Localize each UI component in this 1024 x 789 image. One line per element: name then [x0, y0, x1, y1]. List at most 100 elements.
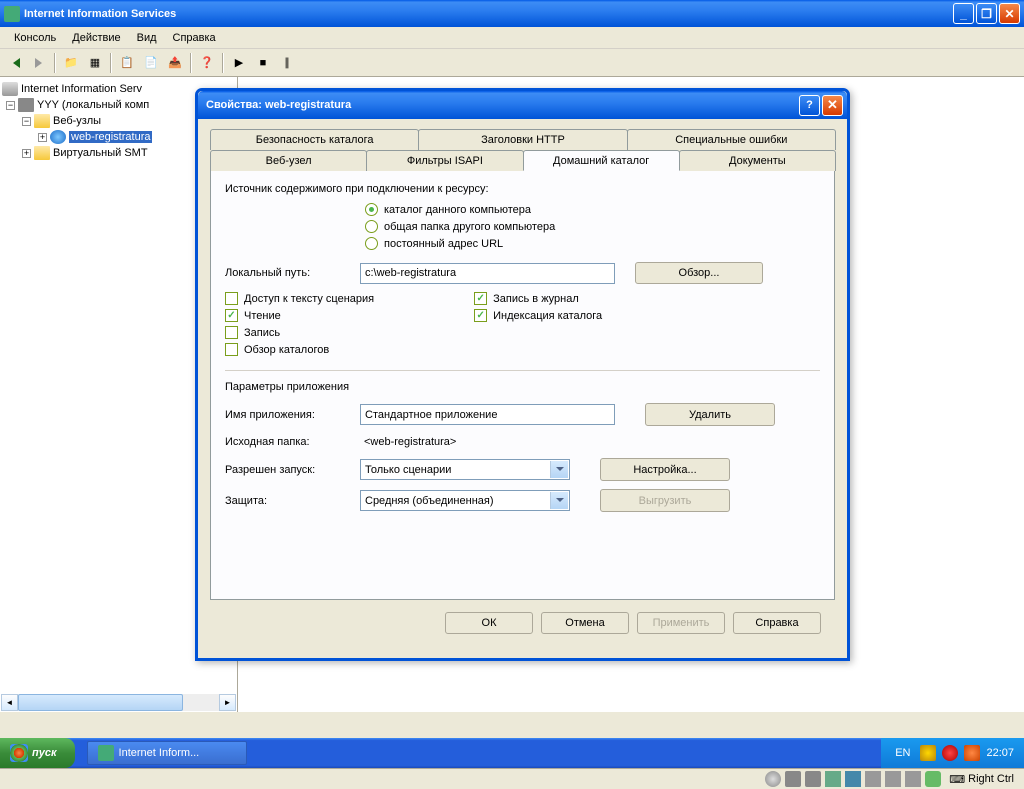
app-icon	[4, 6, 20, 22]
network-icon[interactable]	[825, 771, 841, 787]
maximize-button[interactable]: ❐	[976, 3, 997, 24]
dialog-titlebar[interactable]: Свойства: web-registratura ? ✕	[198, 91, 847, 119]
checkbox-icon[interactable]: ✓	[474, 309, 487, 322]
ok-button[interactable]: ОК	[445, 612, 533, 634]
taskbar-item-iis[interactable]: Internet Inform...	[87, 741, 247, 765]
check-log[interactable]: ✓Запись в журнал	[474, 292, 602, 305]
remove-button[interactable]: Удалить	[645, 403, 775, 426]
tab-home-directory[interactable]: Домашний каталог	[523, 150, 680, 171]
separator	[190, 53, 192, 73]
start-button[interactable]: пуск	[0, 738, 75, 768]
separator	[54, 53, 56, 73]
toolbar: 📁 ▦ 📋 📄 📤 ❓ ▶ ■ ∥	[0, 49, 1024, 77]
checkbox-icon[interactable]: ✓	[474, 292, 487, 305]
menu-console[interactable]: Консоль	[6, 29, 64, 47]
help-button[interactable]: Справка	[733, 612, 821, 634]
configure-button[interactable]: Настройка...	[600, 458, 730, 481]
chevron-down-icon	[556, 498, 564, 506]
radio-icon[interactable]	[365, 203, 378, 216]
up-button[interactable]: 📁	[60, 52, 82, 74]
main-window-titlebar: Internet Information Services _ ❐ ✕	[0, 0, 1024, 27]
local-path-label: Локальный путь:	[225, 267, 360, 279]
check-write[interactable]: Запись	[225, 326, 374, 339]
scroll-right-button[interactable]: ►	[219, 694, 236, 711]
floppy-icon[interactable]	[805, 771, 821, 787]
expand-icon[interactable]: +	[38, 133, 47, 142]
shield-yellow-icon[interactable]	[920, 745, 936, 761]
checkbox-icon[interactable]	[225, 343, 238, 356]
sound-icon[interactable]	[885, 771, 901, 787]
protection-select[interactable]: Средняя (объединенная)	[360, 490, 570, 511]
usb-icon[interactable]	[865, 771, 881, 787]
server-icon	[2, 82, 18, 96]
collapse-icon[interactable]: −	[22, 117, 31, 126]
help-button[interactable]: ❓	[196, 52, 218, 74]
checkbox-icon[interactable]	[225, 292, 238, 305]
forward-button[interactable]	[28, 52, 50, 74]
update-icon[interactable]	[964, 745, 980, 761]
start-point-value: <web-registratura>	[360, 434, 615, 450]
system-tray: EN 22:07	[881, 738, 1024, 768]
pause-button[interactable]: ∥	[276, 52, 298, 74]
radio-local-dir[interactable]: каталог данного компьютера	[365, 203, 820, 216]
unload-button: Выгрузить	[600, 489, 730, 512]
checkbox-icon[interactable]: ✓	[225, 309, 238, 322]
check-index[interactable]: ✓Индексация каталога	[474, 309, 602, 322]
export-button[interactable]: 📤	[164, 52, 186, 74]
protection-label: Защита:	[225, 495, 360, 507]
expand-icon[interactable]: +	[22, 149, 31, 158]
separator	[222, 53, 224, 73]
check-read[interactable]: ✓Чтение	[225, 309, 374, 322]
hard-disk-icon[interactable]	[785, 771, 801, 787]
app-name-input[interactable]	[360, 404, 615, 425]
tab-security[interactable]: Безопасность каталога	[210, 129, 419, 150]
radio-url[interactable]: постоянный адрес URL	[365, 237, 820, 250]
host-key-indicator[interactable]: ⌨ Right Ctrl	[945, 773, 1018, 786]
globe-icon	[50, 130, 66, 144]
apply-button: Применить	[637, 612, 725, 634]
security-alert-icon[interactable]	[942, 745, 958, 761]
play-button[interactable]: ▶	[228, 52, 250, 74]
browse-button[interactable]: Обзор...	[635, 262, 763, 284]
local-path-input[interactable]	[360, 263, 615, 284]
menu-view[interactable]: Вид	[129, 29, 165, 47]
computer-icon	[18, 98, 34, 112]
check-script-access[interactable]: Доступ к тексту сценария	[225, 292, 374, 305]
minimize-button[interactable]: _	[953, 3, 974, 24]
scroll-track[interactable]	[18, 694, 219, 711]
check-browse[interactable]: Обзор каталогов	[225, 343, 374, 356]
tab-website[interactable]: Веб-узел	[210, 150, 367, 171]
tab-isapi[interactable]: Фильтры ISAPI	[366, 150, 523, 171]
clock[interactable]: 22:07	[986, 747, 1014, 759]
mouse-integration-icon[interactable]	[925, 771, 941, 787]
collapse-icon[interactable]: −	[6, 101, 15, 110]
window-title: Internet Information Services	[24, 8, 953, 20]
display-icon[interactable]	[845, 771, 861, 787]
cancel-button[interactable]: Отмена	[541, 612, 629, 634]
menu-help[interactable]: Справка	[165, 29, 224, 47]
back-button[interactable]	[4, 52, 26, 74]
scroll-thumb[interactable]	[18, 694, 183, 711]
dialog-close-button[interactable]: ✕	[822, 95, 843, 116]
stop-button[interactable]: ■	[252, 52, 274, 74]
checkbox-icon[interactable]	[225, 326, 238, 339]
exec-perm-select[interactable]: Только сценарии	[360, 459, 570, 480]
dialog-help-button[interactable]: ?	[799, 95, 820, 116]
tab-documents[interactable]: Документы	[679, 150, 836, 171]
tab-headers[interactable]: Заголовки HTTP	[418, 129, 627, 150]
radio-share[interactable]: общая папка другого компьютера	[365, 220, 820, 233]
refresh-button[interactable]: 📄	[140, 52, 162, 74]
optical-drive-icon[interactable]	[765, 771, 781, 787]
shared-folder-icon[interactable]	[905, 771, 921, 787]
menu-action[interactable]: Действие	[64, 29, 128, 47]
scroll-left-button[interactable]: ◄	[1, 694, 18, 711]
properties-button[interactable]: 📋	[116, 52, 138, 74]
language-indicator[interactable]: EN	[891, 745, 914, 761]
mail-icon	[34, 146, 50, 160]
radio-icon[interactable]	[365, 220, 378, 233]
taskbar: пуск Internet Inform... EN 22:07	[0, 738, 1024, 768]
radio-icon[interactable]	[365, 237, 378, 250]
close-button[interactable]: ✕	[999, 3, 1020, 24]
tab-errors[interactable]: Специальные ошибки	[627, 129, 836, 150]
show-panel-button[interactable]: ▦	[84, 52, 106, 74]
